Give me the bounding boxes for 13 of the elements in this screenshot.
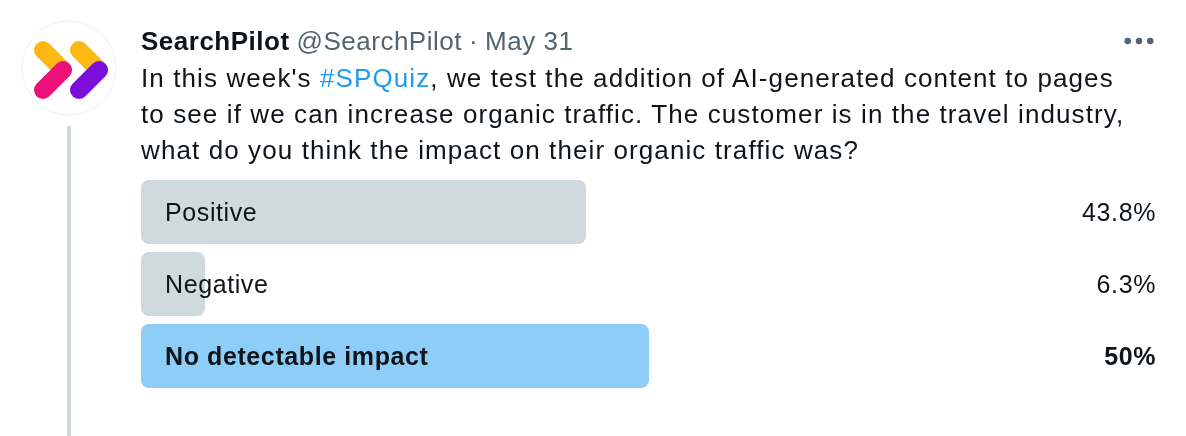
- poll-percent: 43.8%: [1082, 197, 1156, 227]
- avatar-logo-icon[interactable]: [20, 20, 117, 116]
- poll-option: Negative: [141, 269, 269, 299]
- poll-percent: 50%: [1104, 341, 1156, 371]
- separator: ·: [468, 25, 479, 57]
- poll-option: No detectable impact: [141, 341, 429, 371]
- poll-option: Positive: [141, 197, 258, 227]
- author-name[interactable]: SearchPilot: [141, 25, 290, 57]
- post-text: In this week's #SPQuiz, we test the addition of AI-generated content to pages to see if we can increase organic traffic. The customer is in the travel industry, what do you think the impact on their organic traffic was?: [141, 62, 1126, 167]
- poll-percent: 6.3%: [1096, 269, 1156, 299]
- more-icon[interactable]: [1124, 37, 1154, 45]
- author-handle[interactable]: @SearchPilot: [296, 25, 462, 57]
- post-date[interactable]: May 31: [485, 25, 574, 57]
